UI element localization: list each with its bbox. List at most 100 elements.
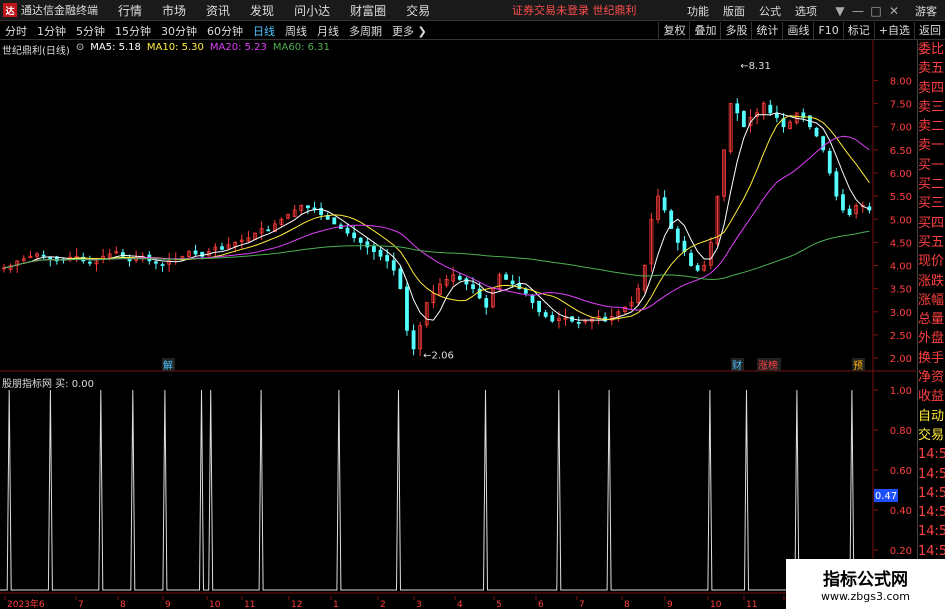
period-30min[interactable]: 30分钟 xyxy=(156,23,202,39)
candle-body xyxy=(841,194,845,211)
period-tick[interactable]: 分时 xyxy=(0,23,32,39)
menu-trade[interactable]: 交易 xyxy=(406,2,430,19)
btn-stats[interactable]: 统计 xyxy=(751,22,782,40)
date-label: 11 xyxy=(746,600,757,609)
side-item[interactable]: 买四 xyxy=(918,214,945,233)
event-marker[interactable]: 涨榜 xyxy=(757,358,781,372)
period-toolbar: 分时 1分钟 5分钟 15分钟 30分钟 60分钟 日线 周线 月线 多周期 更… xyxy=(0,22,945,40)
candle-body xyxy=(372,245,376,253)
event-marker[interactable]: 预 xyxy=(852,358,865,372)
side-item[interactable]: 自动 xyxy=(918,407,945,426)
side-item[interactable]: 卖三 xyxy=(918,98,945,117)
login-status[interactable]: 证券交易未登录 世纪鼎利 xyxy=(512,2,637,18)
watermark: 指标公式网 www.zbgs3.com xyxy=(786,559,945,609)
candle-body xyxy=(847,208,852,216)
close-icon[interactable]: ✕ xyxy=(885,4,903,18)
candle-body xyxy=(662,197,667,211)
menu-function[interactable]: 功能 xyxy=(687,3,709,19)
period-5min[interactable]: 5分钟 xyxy=(71,23,110,39)
side-item[interactable]: 外盘 xyxy=(918,329,945,348)
app-logo-icon: 达 xyxy=(3,3,17,17)
btn-f10[interactable]: F10 xyxy=(813,22,842,40)
menu-formula[interactable]: 公式 xyxy=(759,3,781,19)
ma-line-ma10 xyxy=(3,115,870,320)
menu-quotes[interactable]: 行情 xyxy=(118,2,142,19)
side-item[interactable]: 现价 xyxy=(918,252,945,271)
period-multi[interactable]: 多周期 xyxy=(344,23,387,39)
side-item[interactable]: 卖五 xyxy=(918,59,945,78)
guest-user[interactable]: 游客 xyxy=(915,3,937,19)
side-item[interactable]: 卖二 xyxy=(918,117,945,136)
menu-ask[interactable]: 问小达 xyxy=(294,2,330,19)
side-item[interactable]: 净资 xyxy=(918,368,945,387)
side-item[interactable]: 14:5 xyxy=(918,445,945,464)
svg-text:涨榜: 涨榜 xyxy=(758,359,778,372)
candle-body xyxy=(814,127,819,137)
candle-body xyxy=(411,330,416,350)
candle-body xyxy=(775,113,779,118)
candle-body xyxy=(391,260,396,271)
date-label: 1 xyxy=(333,600,339,609)
period-15min[interactable]: 15分钟 xyxy=(110,23,156,39)
date-label: 8 xyxy=(624,600,630,609)
event-marker[interactable]: 财 xyxy=(731,358,744,372)
side-item[interactable]: 委比 xyxy=(918,40,945,59)
side-item[interactable]: 卖四 xyxy=(918,79,945,98)
date-label: 9 xyxy=(165,600,171,609)
candle-body xyxy=(471,284,475,290)
btn-mark[interactable]: 标记 xyxy=(842,22,874,40)
btn-multi-stock[interactable]: 多股 xyxy=(720,22,751,40)
event-marker[interactable]: 解 xyxy=(162,358,175,372)
ma-line-ma5 xyxy=(3,112,870,321)
period-daily[interactable]: 日线 xyxy=(248,23,280,39)
menu-options[interactable]: 选项 xyxy=(795,3,817,19)
menu-wealth[interactable]: 财富圈 xyxy=(350,2,386,19)
settings-icon[interactable]: ⊙ xyxy=(76,42,84,57)
maximize-icon[interactable]: □ xyxy=(867,4,885,18)
candlestick-chart[interactable]: 8.00 7.50 7.00 6.50 6.00 5.50 5.00 4.50 4.00 3.50… xyxy=(0,40,916,372)
side-item[interactable]: 涨幅 xyxy=(918,291,945,310)
side-item[interactable]: 14:5 xyxy=(918,503,945,522)
y-tick-label: 4.00 xyxy=(890,262,912,273)
y-tick-label: 3.00 xyxy=(890,308,912,319)
side-item[interactable]: 交易 xyxy=(918,426,945,445)
period-weekly[interactable]: 周线 xyxy=(280,23,312,39)
period-monthly[interactable]: 月线 xyxy=(312,23,344,39)
menu-news[interactable]: 资讯 xyxy=(206,2,230,19)
menu-layout[interactable]: 版面 xyxy=(723,3,745,19)
btn-add-watch[interactable]: +自选 xyxy=(873,22,914,40)
period-more[interactable]: 更多 ❯ xyxy=(387,23,432,39)
side-item[interactable]: 买五 xyxy=(918,233,945,252)
candle-body xyxy=(41,254,46,257)
side-item[interactable]: 收益 xyxy=(918,387,945,406)
dropdown-icon[interactable]: ▼ xyxy=(831,4,849,18)
side-item[interactable]: 14:5 xyxy=(918,484,945,503)
period-60min[interactable]: 60分钟 xyxy=(202,23,248,39)
btn-overlay[interactable]: 叠加 xyxy=(689,22,720,40)
side-item[interactable]: 卖一 xyxy=(918,136,945,155)
candle-body xyxy=(827,150,832,174)
candle-body xyxy=(345,227,350,234)
side-item[interactable]: 买三 xyxy=(918,194,945,213)
price-annotation: ←2.06 xyxy=(423,350,454,361)
btn-draw[interactable]: 画线 xyxy=(782,22,813,40)
side-item[interactable]: 14:5 xyxy=(918,522,945,541)
candle-body xyxy=(220,246,224,250)
period-1min[interactable]: 1分钟 xyxy=(32,23,71,39)
minimize-icon[interactable]: — xyxy=(849,4,867,18)
menu-market[interactable]: 市场 xyxy=(162,2,186,19)
side-item[interactable]: 买一 xyxy=(918,156,945,175)
indicator-chart[interactable]: 1.00 0.80 0.60 0.40 0.20 0.47 xyxy=(0,372,916,594)
side-item[interactable]: 买二 xyxy=(918,175,945,194)
menu-discover[interactable]: 发现 xyxy=(250,2,274,19)
side-item[interactable]: 总量 xyxy=(918,310,945,329)
candle-body xyxy=(510,280,515,285)
side-item[interactable]: 14:5 xyxy=(918,465,945,484)
ma-line-ma20 xyxy=(3,135,870,311)
btn-adjust[interactable]: 复权 xyxy=(658,22,689,40)
btn-back[interactable]: 返回 xyxy=(914,22,945,40)
side-item[interactable]: 涨跌 xyxy=(918,272,945,291)
side-item[interactable]: 换手 xyxy=(918,349,945,368)
candle-body xyxy=(695,265,700,271)
candle-body xyxy=(741,111,746,128)
